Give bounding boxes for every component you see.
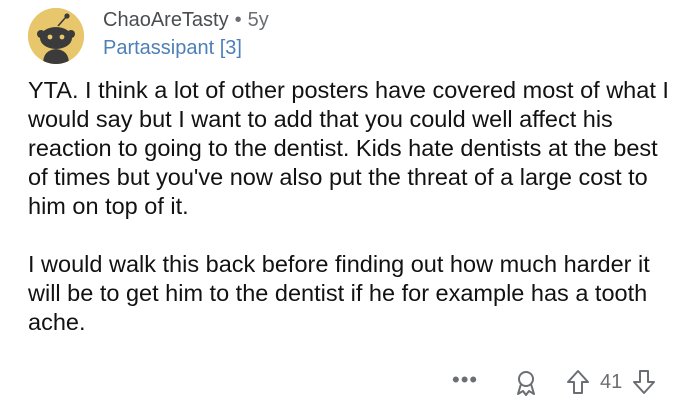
comment-actions: ••• 41 [0,366,700,398]
meta-separator: • [234,9,242,31]
comment-age: 5y [247,9,269,31]
comment-card: ChaoAreTasty • 5y Partassipant [3] YTA. I … [0,0,700,404]
more-icon[interactable]: ••• [452,368,478,392]
comment-paragraph: YTA. I think a lot of other posters have… [28,77,669,219]
downvote-icon[interactable] [632,369,656,395]
avatar-icon[interactable] [28,8,84,64]
comment-body: YTA. I think a lot of other posters have… [28,76,678,337]
upvote-icon[interactable] [566,369,590,395]
vote-score: 41 [600,371,623,393]
author-name[interactable]: ChaoAreTasty [103,9,229,31]
user-flair: Partassipant [3] [103,37,242,59]
author-meta: ChaoAreTasty • 5y [103,7,269,33]
award-icon[interactable] [512,369,540,397]
comment-paragraph: I would walk this back before finding ou… [28,251,650,335]
